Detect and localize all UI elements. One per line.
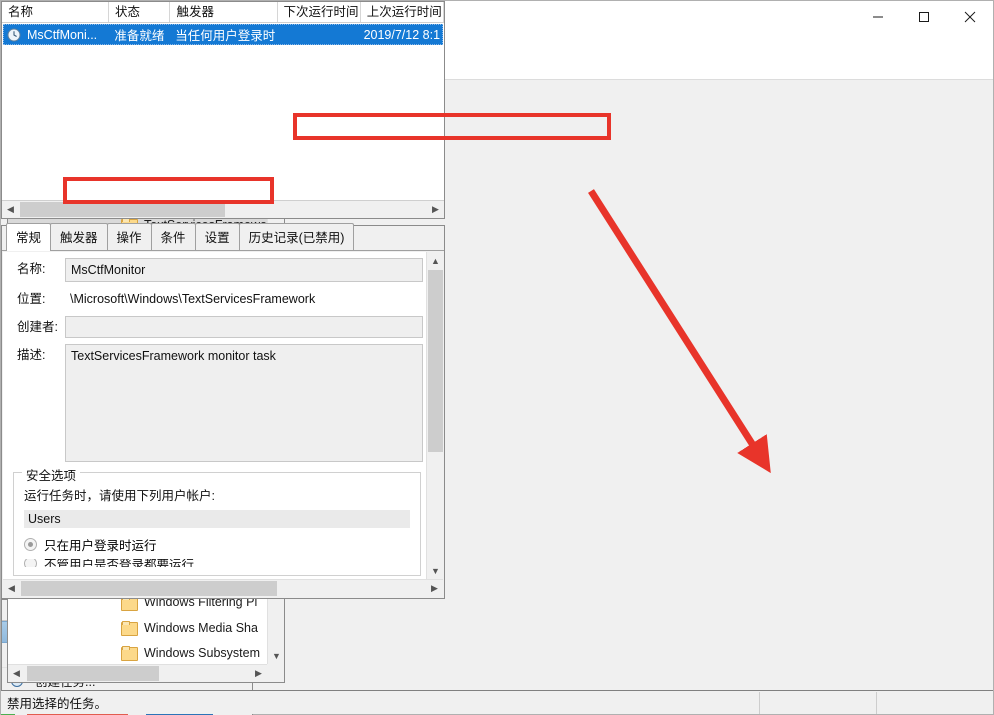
detail-general-page: 名称: MsCtfMonitor 位置: \Microsoft\Windows\…	[3, 252, 443, 579]
field-location-label: 位置:	[17, 292, 46, 306]
detail-vscroll-thumb[interactable]	[428, 270, 443, 452]
tree-scroll-corner	[267, 664, 284, 682]
detail-tab[interactable]: 常规	[6, 223, 52, 251]
folder-icon	[121, 646, 138, 662]
field-name-label: 名称:	[17, 262, 46, 276]
task-list-body[interactable]: MsCtfMoni... 准备就绪 当任何用户登录时 2019/7/12 8:1	[2, 24, 444, 45]
field-location-row: 位置: \Microsoft\Windows\TextServicesFrame…	[3, 282, 443, 310]
radio-icon-selected	[24, 538, 37, 551]
tree-item[interactable]: Windows Subsystem	[8, 640, 267, 664]
task-cell-status: 准备就绪	[114, 29, 165, 43]
list-hscroll-thumb[interactable]	[20, 202, 225, 217]
radio-icon-unselected	[24, 559, 37, 567]
field-author-value[interactable]	[65, 316, 423, 338]
task-list-row[interactable]: MsCtfMoni... 准备就绪 当任何用户登录时 2019/7/12 8:1	[3, 24, 443, 45]
task-cell-last-run: 2019/7/12 8:1	[363, 27, 441, 42]
field-location-value: \Microsoft\Windows\TextServicesFramework	[65, 288, 423, 310]
detail-scroll-right-icon[interactable]: ▶	[426, 580, 443, 597]
status-cell-1	[759, 691, 876, 714]
scroll-left-icon[interactable]: ◀	[8, 665, 25, 682]
list-scroll-left-icon[interactable]: ◀	[2, 201, 19, 218]
task-cell-name: MsCtfMoni...	[27, 27, 98, 42]
tree-item[interactable]: Windows Media Sha	[8, 615, 267, 640]
task-list-column-header[interactable]: 名称	[2, 2, 110, 22]
status-message: 禁用选择的任务。	[7, 697, 108, 711]
field-description-row: 描述: TextServicesFramework monitor task	[3, 338, 443, 462]
status-bar: 禁用选择的任务。	[1, 690, 993, 714]
radio-run-whether-logged-on-or-not-label: 不管用户是否登录都要运行	[44, 559, 195, 567]
list-scroll-right-icon[interactable]: ▶	[427, 201, 444, 218]
task-list-column-header[interactable]: 状态	[109, 2, 171, 22]
tree-item-label: Windows Media Sha	[144, 620, 258, 635]
maximize-button[interactable]	[901, 1, 947, 33]
radio-run-only-when-logged-on-label: 只在用户登录时运行	[44, 539, 157, 553]
security-options-group: 安全选项 运行任务时，请使用下列用户帐户: Users 只在用户登录时运行 不管…	[13, 465, 421, 576]
detail-scroll-up-icon[interactable]: ▲	[427, 252, 444, 269]
results-pane: 名称 状态 触发器 下次运行时间 上次运行时间 MsCtfMoni... 准备就绪 当任何用…	[1, 1, 445, 599]
task-list-header: 名称 状态 触发器 下次运行时间 上次运行时间	[2, 2, 444, 23]
detail-tab[interactable]: 设置	[194, 223, 240, 250]
clock-task-icon	[7, 28, 21, 42]
field-name-row: 名称: MsCtfMonitor	[3, 252, 443, 282]
detail-tab[interactable]: 条件	[150, 223, 196, 250]
scroll-down-icon[interactable]: ▼	[268, 647, 285, 664]
detail-tab[interactable]: 触发器	[50, 223, 108, 250]
radio-run-whether-logged-on-or-not[interactable]: 不管用户是否登录都要运行	[24, 559, 410, 567]
close-button[interactable]	[947, 1, 993, 33]
computer-management-window: 计算机管理 文件(F) 操作(A) 查看(V) 帮助(H)	[0, 0, 994, 715]
field-author-row: 创建者:	[3, 310, 443, 338]
task-detail-pane: 常规 触发器 操作 条件 设置 历史记录(已禁用) 名称: MsCtfMonitor 位置…	[1, 223, 445, 599]
security-options-title: 安全选项	[22, 465, 81, 484]
minimize-button[interactable]	[855, 1, 901, 33]
detail-tabstrip[interactable]: 常规 触发器 操作 条件 设置 历史记录(已禁用)	[2, 223, 444, 251]
task-list-column-header[interactable]: 下次运行时间	[278, 2, 361, 22]
task-list-horizontal-scrollbar[interactable]: ◀ ▶	[2, 200, 444, 218]
task-list-column-header[interactable]: 触发器	[170, 2, 278, 22]
task-cell-trigger: 当任何用户登录时	[175, 29, 276, 43]
status-cell-2	[876, 691, 993, 714]
security-account-value: Users	[24, 510, 410, 528]
task-list-column-header[interactable]: 上次运行时间	[361, 2, 444, 22]
detail-vertical-scrollbar[interactable]: ▲ ▼	[426, 252, 443, 579]
tree-horizontal-scrollbar[interactable]: ◀ ▶	[8, 664, 267, 682]
detail-scroll-down-icon[interactable]: ▼	[427, 562, 444, 579]
field-description-label: 描述:	[17, 348, 46, 362]
detail-hscroll-thumb[interactable]	[21, 581, 277, 596]
field-description-value[interactable]: TextServicesFramework monitor task	[65, 344, 423, 462]
detail-scroll-left-icon[interactable]: ◀	[3, 580, 20, 597]
window-controls	[855, 1, 993, 33]
folder-icon	[121, 621, 138, 637]
detail-tab[interactable]: 历史记录(已禁用)	[238, 223, 355, 250]
scroll-right-icon[interactable]: ▶	[250, 665, 267, 682]
security-prompt: 运行任务时，请使用下列用户帐户:	[24, 489, 215, 503]
tree-hscroll-thumb[interactable]	[27, 666, 159, 681]
task-list-view[interactable]: 名称 状态 触发器 下次运行时间 上次运行时间 MsCtfMoni... 准备就绪 当任何用…	[1, 1, 445, 219]
detail-horizontal-scrollbar[interactable]: ◀ ▶	[3, 579, 443, 597]
field-name-value[interactable]: MsCtfMonitor	[65, 258, 423, 282]
detail-tab[interactable]: 操作	[106, 223, 152, 250]
radio-run-only-when-logged-on[interactable]: 只在用户登录时运行	[24, 535, 410, 554]
tree-item-label: Windows Subsystem	[144, 645, 261, 660]
field-author-label: 创建者:	[17, 320, 58, 334]
